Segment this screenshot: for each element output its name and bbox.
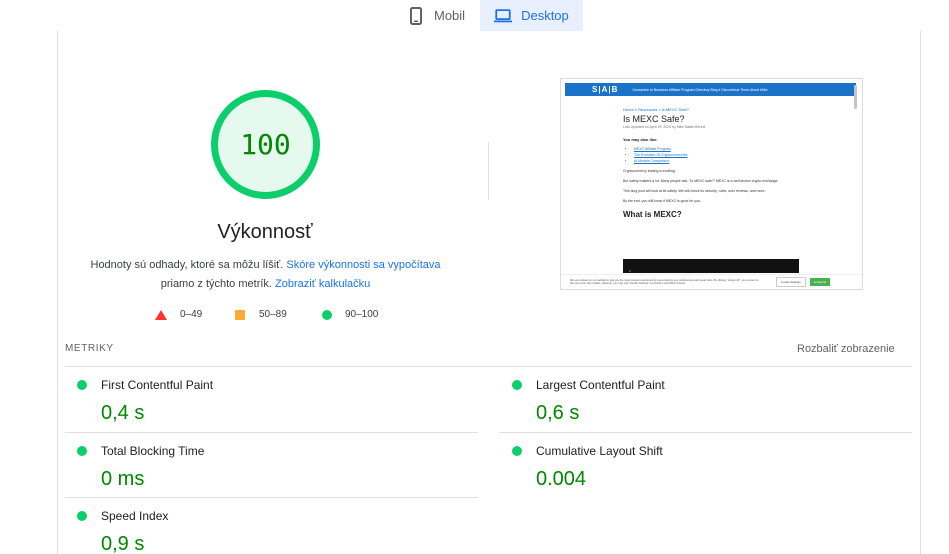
laptop-icon	[494, 7, 513, 25]
vertical-divider	[488, 142, 489, 200]
thumb-scrollbar	[854, 85, 857, 109]
metric-value: 0,6 s	[536, 402, 580, 424]
metric-name: Total Blocking Time	[101, 444, 205, 458]
tab-desktop[interactable]: Desktop	[480, 0, 583, 31]
thumb-links: MEXC Affiliate Program The Evolution Of …	[634, 146, 803, 164]
metric-value: 0,9 s	[101, 533, 145, 554]
thumb-paragraph: This blog post will look at its safety. …	[623, 189, 766, 193]
pass-circle-icon	[512, 380, 522, 390]
tab-mobil[interactable]: Mobil	[395, 0, 480, 31]
metric-name: Cumulative Layout Shift	[536, 444, 663, 458]
thumb-cookie-settings: Cookie Settings	[776, 277, 806, 287]
thumb-breadcrumb: Home » Resources » Is MEXC Safe?	[623, 107, 690, 112]
legend-range-fail: 0–49	[180, 309, 203, 320]
phone-icon	[407, 6, 425, 25]
metric-row-divider	[65, 432, 478, 433]
thumb-paragraph: But safety matters a lot. Many people as…	[623, 179, 779, 183]
thumb-also-like: You may also like:	[623, 137, 658, 142]
metric-name: First Contentful Paint	[101, 378, 214, 392]
metrics-header: METRIKY	[65, 343, 114, 354]
thumb-navbar: S|A|B Guarantee to Business Affiliate Pr…	[565, 83, 856, 96]
triangle-icon	[155, 309, 167, 320]
thumb-nav: Guarantee to Business Affiliate Program …	[632, 87, 768, 92]
performance-score-gauge: 100	[211, 90, 320, 199]
thumb-cookie-text: We use cookies on our website to give yo…	[570, 278, 759, 286]
desc-text-1: Hodnoty sú odhady, ktoré sa môžu líšiť.	[90, 259, 284, 271]
circle-icon	[322, 309, 332, 320]
thumb-link: AI Models Comparison	[634, 158, 803, 164]
thumb-cookie-accept: Accept All	[809, 278, 830, 286]
metric-value: 0 ms	[101, 468, 145, 490]
thumb-logo: S|A|B	[592, 85, 619, 94]
score-legend: 0–49 50–89 90–100	[155, 309, 378, 320]
performance-title: Výkonnosť	[217, 221, 313, 243]
metrics-divider	[65, 366, 912, 367]
tab-mobil-label: Mobil	[434, 8, 466, 23]
pass-circle-icon	[512, 446, 522, 456]
metric-row-divider	[499, 432, 912, 433]
thumb-title: Is MEXC Safe?	[623, 114, 685, 124]
legend-item-fail: 0–49	[155, 309, 235, 320]
performance-score-value: 100	[240, 128, 291, 161]
tab-desktop-label: Desktop	[521, 8, 569, 23]
legend-range-average: 50–89	[259, 309, 287, 320]
thumb-heading: What is MEXC?	[623, 210, 682, 219]
device-tabs: Mobil Desktop	[395, 0, 583, 31]
metric-row-divider	[65, 497, 478, 498]
thumb-paragraph: Cryptocurrency trading is exciting.	[623, 169, 676, 173]
pass-circle-icon	[77, 380, 87, 390]
view-calculator-link[interactable]: Zobraziť kalkulačku	[275, 278, 370, 290]
legend-range-pass: 90–100	[345, 309, 379, 320]
metric-name: Largest Contentful Paint	[536, 378, 665, 392]
legend-item-average: 50–89	[235, 309, 322, 320]
pass-circle-icon	[77, 511, 87, 521]
legend-item-pass: 90–100	[322, 309, 378, 320]
square-icon	[235, 309, 245, 320]
score-calculation-link[interactable]: Skóre výkonnosti sa vypočítava	[286, 259, 440, 271]
thumb-body: Home » Resources » Is MEXC Safe? Is MEXC…	[623, 107, 803, 219]
performance-description: Hodnoty sú odhady, ktoré sa môžu líšiť. …	[80, 256, 451, 294]
metric-value: 0,4 s	[101, 402, 145, 424]
expand-view-toggle[interactable]: Rozbaliť zobrazenie	[797, 343, 895, 355]
pass-circle-icon	[77, 446, 87, 456]
metric-name: Speed Index	[101, 509, 169, 523]
final-screenshot[interactable]: S|A|B Guarantee to Business Affiliate Pr…	[560, 78, 863, 290]
thumb-cookie-banner: We use cookies on our website to give yo…	[561, 274, 862, 289]
thumb-paragraph: By the end, you will know if MEXC is goo…	[623, 199, 702, 203]
thumb-meta: Last Updated on April 29, 2024 by Mike B…	[623, 125, 706, 129]
desc-text-2: priamo z týchto metrík.	[160, 278, 272, 290]
thumb-dark-image: ●	[623, 259, 799, 273]
metric-value: 0.004	[536, 468, 587, 490]
